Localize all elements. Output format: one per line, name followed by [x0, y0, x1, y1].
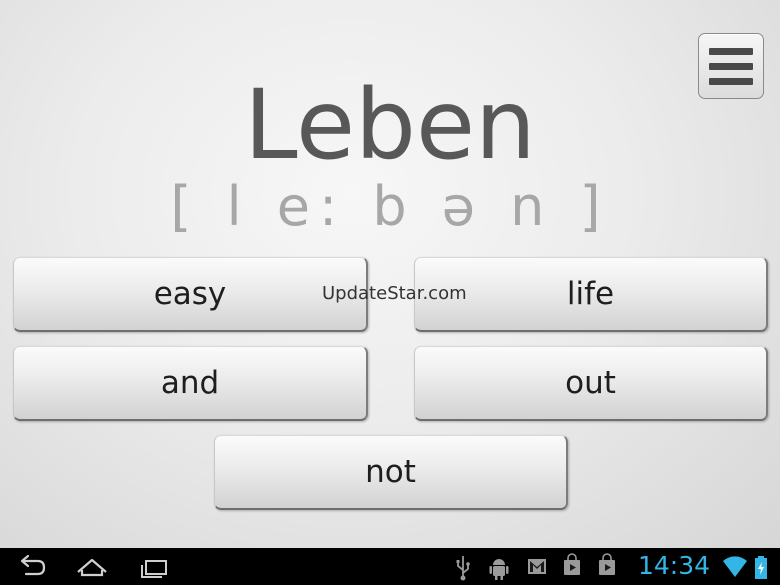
usb-icon	[456, 556, 470, 581]
answer-label: and	[160, 365, 220, 401]
pronunciation: [ l e: b ə n ]	[170, 175, 610, 238]
answer-label: life	[566, 276, 615, 312]
quiz-screen: Leben [ l e: b ə n ] easy life and out n…	[0, 0, 780, 548]
answer-button-life[interactable]: life	[414, 257, 768, 332]
shopping-bag-icon	[564, 553, 580, 575]
battery-icon	[755, 556, 767, 579]
question-word: Leben	[244, 69, 536, 181]
answer-button-and[interactable]: and	[13, 346, 368, 421]
answer-label: easy	[153, 276, 227, 312]
wifi-icon	[723, 556, 747, 577]
answer-button-not[interactable]: not	[214, 435, 568, 510]
answer-label: out	[565, 365, 616, 401]
answer-button-easy[interactable]: easy	[13, 257, 368, 332]
answer-label: not	[365, 454, 416, 490]
gmail-icon	[528, 559, 546, 574]
back-icon[interactable]	[14, 548, 48, 585]
watermark: UpdateStar.com	[322, 283, 467, 304]
shopping-bag-icon	[599, 553, 615, 575]
recent-apps-icon[interactable]	[138, 548, 172, 585]
android-debug-icon	[489, 559, 509, 580]
home-icon[interactable]	[74, 548, 110, 585]
answer-button-out[interactable]: out	[414, 346, 768, 421]
status-clock: 14:34	[638, 551, 711, 580]
